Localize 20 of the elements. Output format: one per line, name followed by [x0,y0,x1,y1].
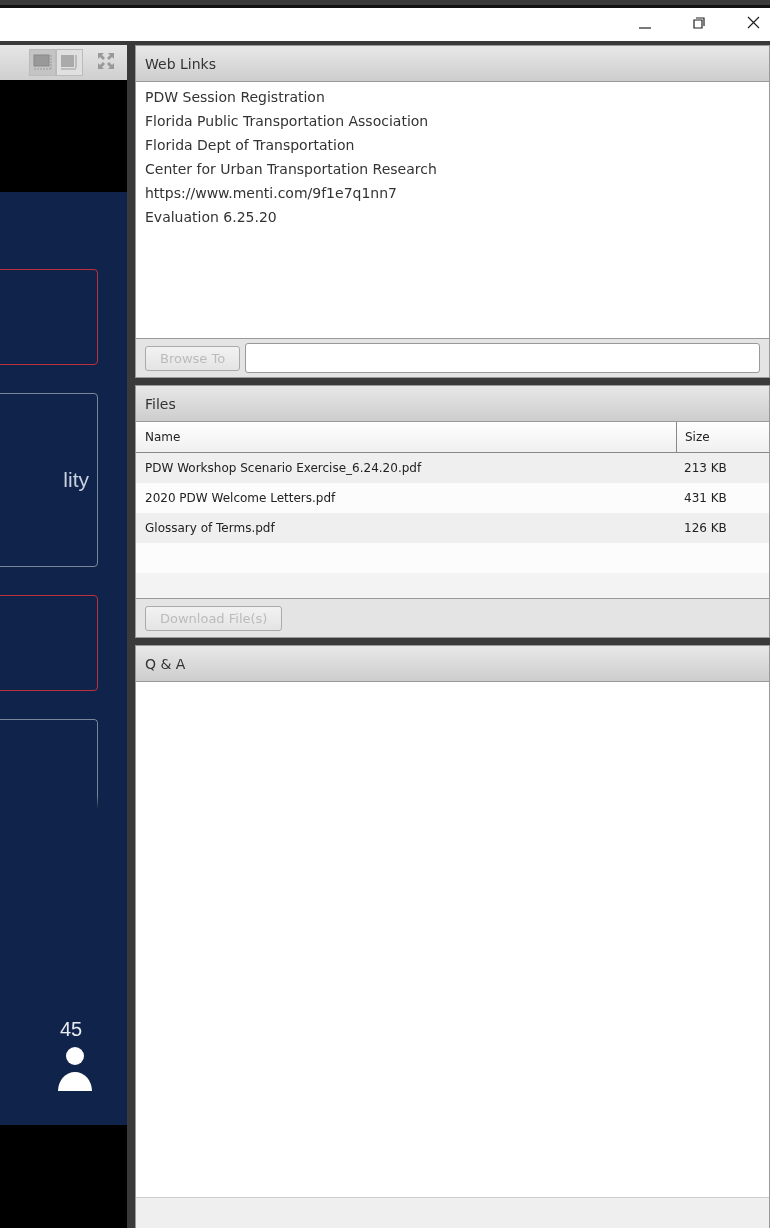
url-field[interactable] [245,343,760,373]
panel-title: Files [136,386,769,422]
file-size: 431 KB [683,490,728,507]
fullscreen-icon[interactable] [97,51,115,70]
layout-icon [60,54,79,71]
file-size: 213 KB [683,460,728,477]
file-name: Glossary of Terms.pdf [144,520,276,537]
file-size: 126 KB [683,520,728,537]
person-icon [57,1046,93,1092]
layout-icon [33,54,52,71]
card-text: lity [63,468,89,492]
file-name: 2020 PDW Welcome Letters.pdf [144,490,337,507]
panel-title: Q & A [136,646,769,682]
panel-title: Web Links [136,46,769,82]
file-name: PDW Workshop Scenario Exercise_6.24.20.pdf [144,460,423,477]
attendee-count: 45 [60,1018,83,1041]
layout-button[interactable] [29,49,56,76]
layout-button[interactable] [56,49,83,76]
close-icon[interactable] [747,16,760,29]
restore-icon[interactable] [693,17,705,29]
